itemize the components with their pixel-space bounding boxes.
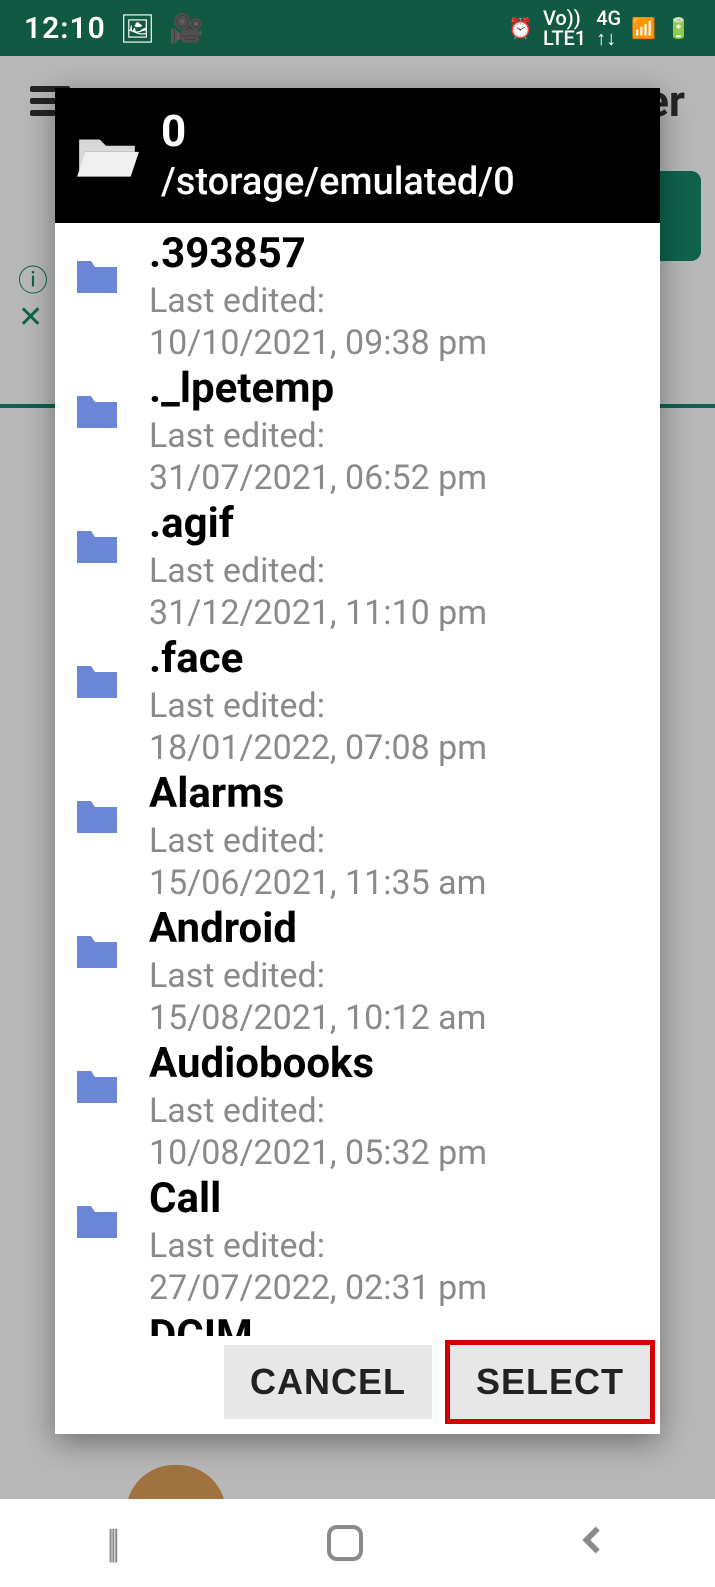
battery-icon: 🔋 [666,18,691,38]
folder-date: 10/10/2021, 09:38 pm [149,323,642,363]
folder-icon [73,527,121,567]
folder-icon [73,1202,121,1242]
folder-text: CallLast edited:27/07/2022, 02:31 pm [149,1174,642,1308]
video-icon: 🎥 [169,12,204,45]
dialog-header[interactable]: 0 /storage/emulated/0 [55,88,660,223]
folder-date: 10/08/2021, 05:32 pm [149,1133,642,1173]
system-nav-bar: ||| [0,1499,715,1587]
folder-item[interactable]: AndroidLast edited:15/08/2021, 10:12 am [73,898,642,1033]
folder-name: ._lpetemp [149,364,642,413]
dialog-buttons: CANCEL SELECT [55,1336,660,1434]
folder-name: Android [149,904,642,953]
last-edited-label: Last edited: [149,1225,642,1268]
folder-list[interactable]: .393857Last edited:10/10/2021, 09:38 pm.… [55,223,660,1336]
folder-picker-dialog: 0 /storage/emulated/0 .393857Last edited… [55,88,660,1434]
folder-text: AlarmsLast edited:15/06/2021, 11:35 am [149,769,642,903]
folder-name: Call [149,1174,642,1223]
network-icon: 4G ↑↓ [596,8,621,48]
folder-name: Alarms [149,769,642,818]
select-button[interactable]: SELECT [450,1345,650,1419]
last-edited-label: Last edited: [149,550,642,593]
folder-text: DCIM [149,1309,642,1336]
folder-icon [73,392,121,432]
folder-date: 18/01/2022, 07:08 pm [149,728,642,768]
folder-date: 15/06/2021, 11:35 am [149,863,642,903]
last-edited-label: Last edited: [149,955,642,998]
folder-text: .agifLast edited:31/12/2021, 11:10 pm [149,499,642,633]
folder-item[interactable]: .agifLast edited:31/12/2021, 11:10 pm [73,493,642,628]
folder-date: 15/08/2021, 10:12 am [149,998,642,1038]
folder-name: .face [149,634,642,683]
folder-icon [73,662,121,702]
folder-text: .faceLast edited:18/01/2022, 07:08 pm [149,634,642,768]
folder-date: 31/07/2021, 06:52 pm [149,458,642,498]
folder-item[interactable]: DCIM [73,1303,642,1336]
folder-icon [73,932,121,972]
folder-item[interactable]: .393857Last edited:10/10/2021, 09:38 pm [73,223,642,358]
cancel-button[interactable]: CANCEL [224,1345,432,1419]
dialog-header-text: 0 /storage/emulated/0 [161,107,515,203]
volte-icon: Vo)) LTE1 [543,8,586,48]
folder-icon [73,797,121,837]
nav-back-icon[interactable] [575,1520,609,1567]
current-folder-path: /storage/emulated/0 [161,162,515,204]
image-icon: 🖼 [120,12,156,45]
last-edited-label: Last edited: [149,1090,642,1133]
nav-recent-icon[interactable]: ||| [106,1520,115,1567]
alarm-icon: ⏰ [508,18,533,38]
status-right: ⏰ Vo)) LTE1 4G ↑↓ 📶 🔋 [508,8,691,48]
current-folder-name: 0 [161,107,515,155]
folder-icon [73,257,121,297]
folder-text: ._lpetempLast edited:31/07/2021, 06:52 p… [149,364,642,498]
status-bar: 12:10 🖼 🎥 ⏰ Vo)) LTE1 4G ↑↓ 📶 🔋 [0,0,715,56]
status-left: 12:10 🖼 🎥 [24,11,204,46]
folder-name: .agif [149,499,642,548]
last-edited-label: Last edited: [149,280,642,323]
folder-name: .393857 [149,229,642,278]
folder-item[interactable]: .faceLast edited:18/01/2022, 07:08 pm [73,628,642,763]
folder-name: DCIM [149,1311,642,1336]
last-edited-label: Last edited: [149,415,642,458]
folder-open-icon [75,130,141,182]
folder-icon [73,1067,121,1107]
folder-date: 27/07/2022, 02:31 pm [149,1268,642,1308]
last-edited-label: Last edited: [149,820,642,863]
folder-item[interactable]: ._lpetempLast edited:31/07/2021, 06:52 p… [73,358,642,493]
signal-icon: 📶 [631,18,656,38]
folder-item[interactable]: AlarmsLast edited:15/06/2021, 11:35 am [73,763,642,898]
folder-item[interactable]: CallLast edited:27/07/2022, 02:31 pm [73,1168,642,1303]
nav-home-icon[interactable] [327,1525,363,1561]
clock: 12:10 [24,11,106,46]
folder-text: AndroidLast edited:15/08/2021, 10:12 am [149,904,642,1038]
folder-text: .393857Last edited:10/10/2021, 09:38 pm [149,229,642,363]
folder-text: AudiobooksLast edited:10/08/2021, 05:32 … [149,1039,642,1173]
last-edited-label: Last edited: [149,685,642,728]
folder-name: Audiobooks [149,1039,642,1088]
folder-date: 31/12/2021, 11:10 pm [149,593,642,633]
folder-item[interactable]: AudiobooksLast edited:10/08/2021, 05:32 … [73,1033,642,1168]
